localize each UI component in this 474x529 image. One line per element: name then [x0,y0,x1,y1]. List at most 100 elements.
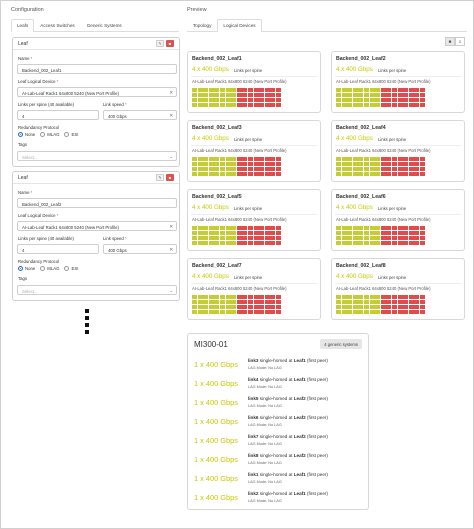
link-row[interactable]: 1 x 400 Gbps link4 single-homed at Leaf1 … [194,375,364,394]
clear-icon[interactable]: ✕ [169,224,173,230]
link-speed-select[interactable]: 400 Gbps ✕ [103,110,177,120]
port-cell [369,167,375,171]
device-profile: AI-Lab-Leaf Rack1 64x800 5240 (New Port … [192,286,287,291]
port-cell [220,236,225,240]
leaf-device-select[interactable]: AI-Lab-Leaf Rack1 64x800 5240 (New Port … [17,87,177,97]
port-cell [203,167,209,171]
name-field[interactable]: Backend_002_Leaf1 [17,64,177,74]
tab-access-switches[interactable]: Access Switches [34,19,80,31]
port-cell [248,167,253,171]
port-cell [197,310,203,314]
port-cell [392,226,397,230]
port-cell [403,167,409,171]
port-cell [364,167,369,171]
grid-view-icon[interactable]: ■ [445,37,455,46]
leaf-device-select[interactable]: AI-Lab-Leaf Rack1 64x800 5240 (New Port … [17,221,177,231]
tab-leafs[interactable]: Leafs [11,19,35,32]
device-name: Backend_002_Leaf7 [192,263,242,269]
port-cell [392,295,397,299]
tags-select[interactable]: Select... ⌄ [17,151,177,161]
port-cell [392,300,397,304]
port-cell [392,172,397,176]
link-leaf: Leaf1 [293,491,306,496]
clear-icon[interactable]: ✕ [169,113,173,119]
link-leaf: Leaf1 [293,358,306,363]
logical-device-card[interactable]: Backend_002_Leaf4 4 x 400 Gbps Links per s… [331,120,465,182]
logical-device-card[interactable]: Backend_002_Leaf1 4 x 400 Gbps Links per s… [187,51,321,113]
pin-icon[interactable]: ✎ [156,40,164,47]
radio-none[interactable]: None [18,266,35,271]
pin-icon[interactable]: ✎ [156,174,164,181]
links-per-spine-input[interactable]: 4 [17,244,99,254]
port-cell [352,300,358,304]
port-cell [203,241,209,245]
port-cell [236,305,242,309]
tab-generic-systems[interactable]: Generic Systems [81,19,128,31]
name-field[interactable]: Backend_002_Leaf2 [17,198,177,208]
port-cell [336,103,341,107]
links-per-spine-input[interactable]: 4 [17,110,99,120]
port-cell [347,88,353,92]
logical-device-card[interactable]: Backend_002_Leaf3 4 x 400 Gbps Links per s… [187,120,321,182]
redundancy-radio-group: None MLAG ESI [18,266,78,271]
tab-logical-devices[interactable]: Logical Devices [217,19,262,32]
device-links-per-spine: Links per spine [378,275,407,280]
port-cell [208,93,214,97]
port-cell [225,226,231,230]
delete-icon[interactable]: ■ [166,40,174,47]
radio-none[interactable]: None [18,132,35,137]
device-profile: AI-Lab-Leaf Rack1 64x800 5240 (New Port … [192,148,287,153]
link-id: link3 [248,358,259,363]
port-cell [364,305,369,309]
logical-device-card[interactable]: Backend_002_Leaf8 4 x 400 Gbps Links per s… [331,258,465,320]
logical-device-card[interactable]: Backend_002_Leaf2 4 x 400 Gbps Links per s… [331,51,465,113]
device-profile: AI-Lab-Leaf Rack1 64x800 5240 (New Port … [336,148,431,153]
clear-icon[interactable]: ✕ [169,90,173,96]
port-cell [236,236,242,240]
port-cell [380,241,386,245]
port-cell [380,310,386,314]
links-per-spine-label: Links per spine (40 available) [18,236,74,241]
device-links-per-spine: Links per spine [234,206,263,211]
tab-topology[interactable]: Topology [187,19,217,31]
port-cell [214,88,220,92]
link-description: link5 single-homed at Leaf2 (first peer) [248,396,328,401]
link-row[interactable]: 1 x 400 Gbps link5 single-homed at Leaf2 … [194,394,364,413]
link-row[interactable]: 1 x 400 Gbps link6 single-homed at Leaf2 … [194,413,364,432]
logical-device-card[interactable]: Backend_002_Leaf7 4 x 400 Gbps Links per s… [187,258,321,320]
port-cell [369,157,375,161]
link-row[interactable]: 1 x 400 Gbps link7 single-homed at Leaf2 … [194,432,364,451]
port-cell [341,157,347,161]
link-row[interactable]: 1 x 400 Gbps link1 single-homed at Leaf1 … [194,470,364,489]
port-cell [270,88,276,92]
radio-mlag[interactable]: MLAG [40,266,59,271]
port-cell [420,241,425,245]
port-cell [408,236,414,240]
clear-icon[interactable]: ✕ [169,247,173,253]
logical-device-card[interactable]: Backend_002_Leaf5 4 x 400 Gbps Links per s… [187,189,321,251]
port-cell [192,167,197,171]
leaf-card-title: Leaf [18,175,28,181]
port-cell [214,167,220,171]
port-cell [369,162,375,166]
port-cell [347,231,353,235]
port-cell [386,241,392,245]
link-row[interactable]: 1 x 400 Gbps link2 single-homed at Leaf1 … [194,489,364,508]
tags-select[interactable]: Select... ⌄ [17,285,177,295]
link-peer: (first peer) [305,491,328,496]
link-row[interactable]: 1 x 400 Gbps link3 single-homed at Leaf1 … [194,356,364,375]
port-cell [192,162,197,166]
port-cell [276,300,281,304]
link-row[interactable]: 1 x 400 Gbps link8 single-homed at Leaf2 … [194,451,364,470]
radio-esi[interactable]: ESI [64,266,78,271]
logical-device-card[interactable]: Backend_002_Leaf6 4 x 400 Gbps Links per s… [331,189,465,251]
radio-esi[interactable]: ESI [64,132,78,137]
list-view-icon[interactable]: ≡ [455,37,465,46]
link-speed-select[interactable]: 400 Gbps ✕ [103,244,177,254]
port-cell [192,93,197,97]
port-cell [341,300,347,304]
radio-mlag[interactable]: MLAG [40,132,59,137]
device-links-per-spine: Links per spine [378,68,407,73]
delete-icon[interactable]: ■ [166,174,174,181]
port-cell [259,300,265,304]
